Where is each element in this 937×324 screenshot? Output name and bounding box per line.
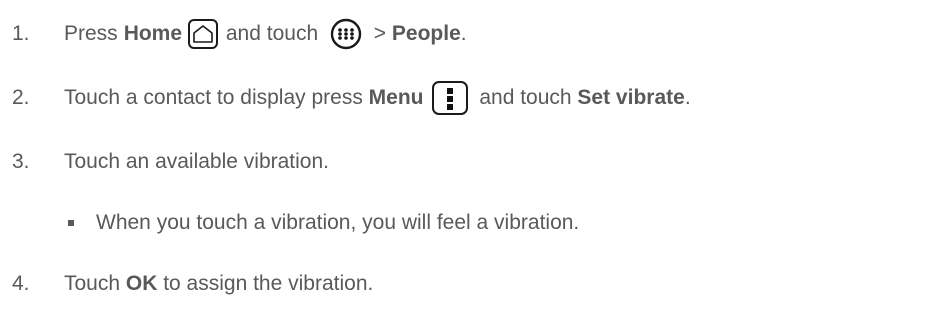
bullet-text: When you touch a vibration, you will fee… — [96, 211, 580, 234]
step-number: 4. — [12, 272, 30, 295]
home-label: Home — [123, 22, 183, 45]
home-key-icon — [188, 19, 219, 49]
step-number: 3. — [12, 150, 30, 173]
ok-label: OK — [125, 272, 158, 295]
step-text: Press Home and touch > People . — [64, 18, 467, 50]
text-fragment: Touch — [64, 272, 126, 295]
text-fragment: and touch — [220, 22, 324, 45]
bullet-marker — [68, 220, 74, 226]
step-text: Touch OK to assign the vibration. — [64, 272, 373, 296]
text-fragment: and touch — [473, 86, 578, 109]
text-fragment: to assign the vibration. — [157, 272, 374, 295]
step-text: Touch a contact to display press Menu an… — [64, 81, 691, 115]
step-3-bullet: When you touch a vibration, you will fee… — [64, 203, 579, 243]
people-label: People — [391, 22, 461, 45]
text-fragment: Touch a contact to display press — [64, 86, 369, 109]
step-text: Touch an available vibration. — [64, 150, 330, 173]
step-number: 2. — [12, 86, 30, 109]
menu-label: Menu — [368, 86, 424, 109]
text-fragment: . — [460, 22, 467, 45]
step-number: 1. — [12, 22, 30, 45]
apps-icon — [330, 18, 362, 50]
text-fragment: > — [367, 22, 392, 45]
set-vibrate-label: Set vibrate — [577, 86, 685, 109]
text-fragment: Press — [64, 22, 118, 45]
menu-key-icon — [431, 81, 468, 115]
text-fragment: . — [684, 86, 691, 109]
